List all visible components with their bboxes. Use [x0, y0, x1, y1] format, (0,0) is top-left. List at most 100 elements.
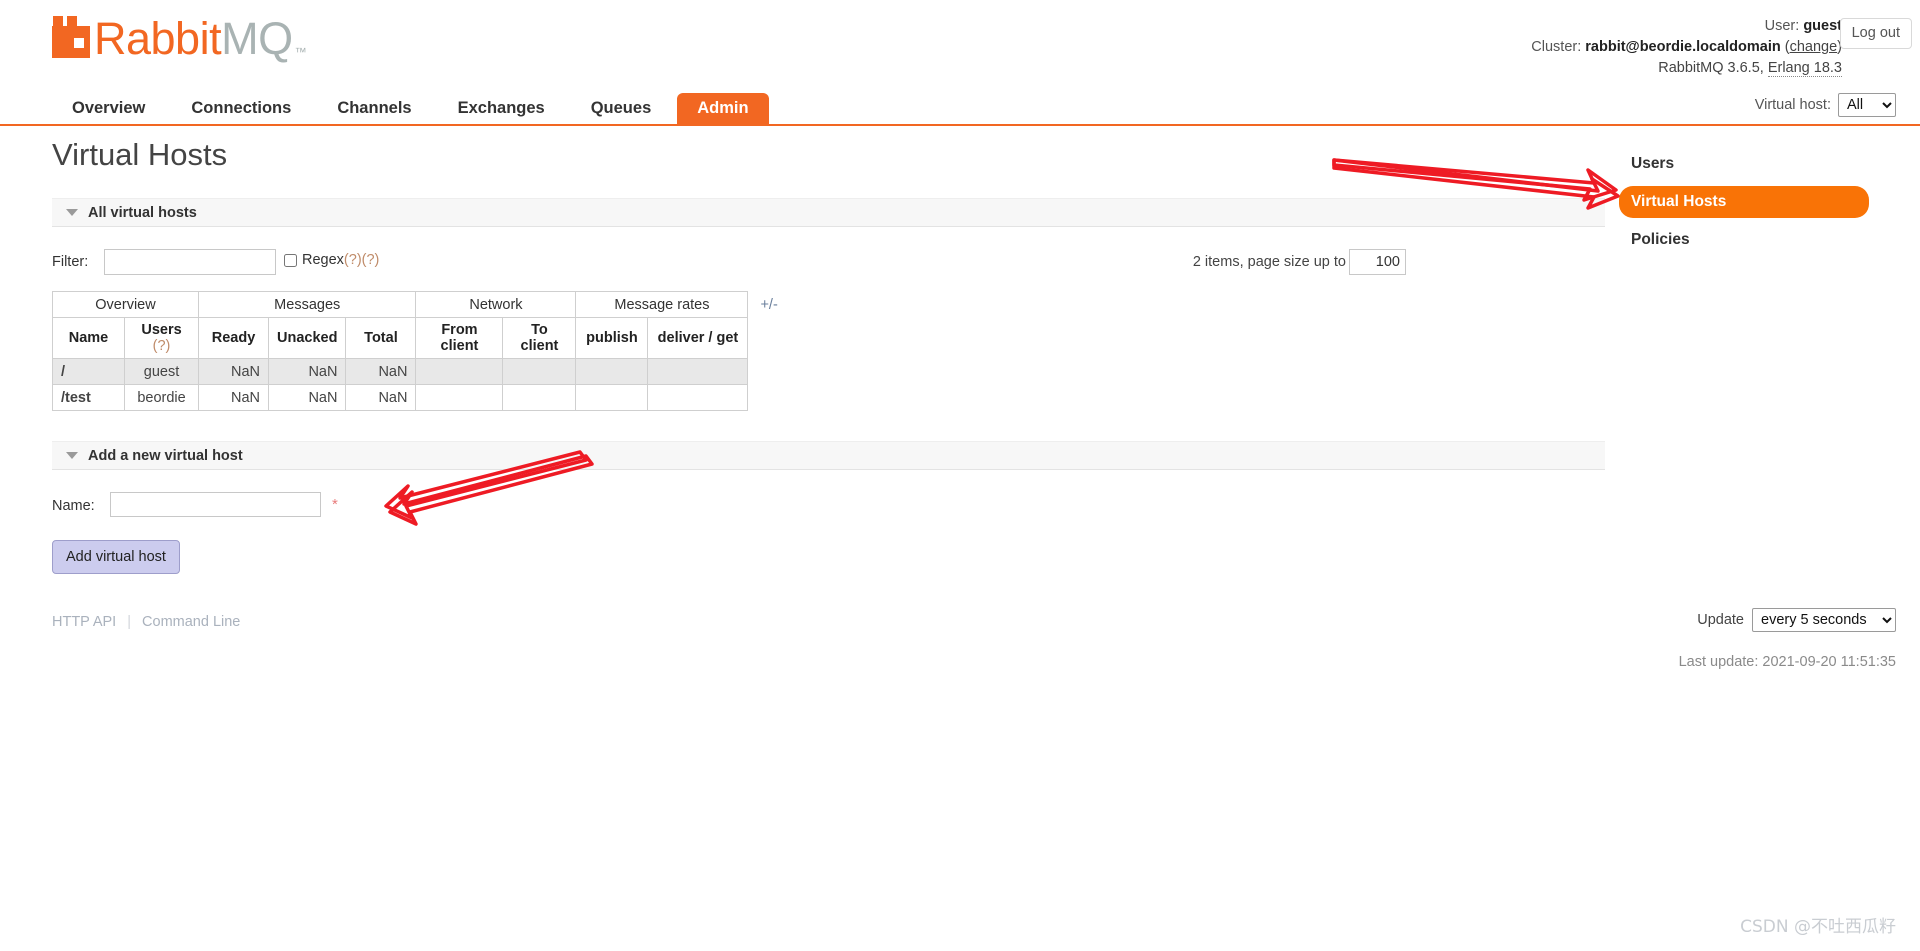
section-add-new-virtual-host[interactable]: Add a new virtual host — [52, 441, 1605, 470]
tab-overview[interactable]: Overview — [52, 93, 165, 124]
cell-from-client — [415, 384, 504, 411]
column-header-name[interactable]: Name — [52, 317, 125, 359]
new-vhost-name-row: Name: * — [52, 492, 1605, 524]
name-label: Name: — [52, 498, 95, 514]
cell-to-client — [502, 358, 577, 385]
filter-input[interactable] — [104, 249, 276, 275]
group-header-messages: Messages — [197, 291, 417, 318]
last-update-text: Last update: 2021-09-20 11:51:35 — [1678, 654, 1896, 670]
http-api-link[interactable]: HTTP API — [52, 614, 116, 630]
page-size-input[interactable] — [1349, 249, 1406, 275]
column-header-publish[interactable]: publish — [575, 317, 649, 359]
virtual-hosts-table-wrapper: Overview Messages Network Message rates … — [52, 291, 1605, 411]
update-interval-select[interactable]: every 5 secondsevery 10 secondsevery 30 … — [1752, 608, 1896, 632]
cell-to-client — [502, 384, 577, 411]
header-user-line: User: guest — [1531, 16, 1842, 37]
users-help-icon[interactable]: (?) — [153, 338, 171, 354]
section-add-new-label: Add a new virtual host — [88, 447, 243, 464]
user-value: guest — [1803, 18, 1842, 34]
cell-users: guest — [124, 358, 199, 385]
regex-label: Regex — [302, 252, 344, 268]
vhost-filter: Virtual host: All//test — [1755, 93, 1896, 117]
regex-help-icon-1[interactable]: (?) — [344, 252, 362, 268]
vhost-filter-label: Virtual host: — [1754, 97, 1831, 113]
command-line-link[interactable]: Command Line — [142, 614, 240, 630]
paging-info-label: 2 items, page size up to — [1192, 254, 1346, 270]
cell-ready: NaN — [198, 358, 269, 385]
logo-trademark-icon: ™ — [294, 45, 307, 59]
update-interval-control: Update every 5 secondsevery 10 secondsev… — [1697, 608, 1896, 632]
sidebar-item-users[interactable]: Users — [1619, 148, 1869, 180]
rabbitmq-management-page: Rabbit MQ ™ User: guest Cluster: rabbit@… — [0, 0, 1920, 951]
header-cluster-info: User: guest Cluster: rabbit@beordie.loca… — [1531, 16, 1842, 79]
chevron-down-icon — [66, 209, 78, 216]
cell-deliver-get — [647, 384, 749, 411]
column-header-to-client[interactable]: To client — [502, 317, 577, 359]
regex-option: Regex (?) (?) — [284, 252, 379, 268]
filter-label: Filter: — [52, 254, 89, 270]
logo-text-rabbit: Rabbit — [94, 13, 222, 64]
header-cluster-line: Cluster: rabbit@beordie.localdomain (cha… — [1531, 37, 1842, 58]
section-all-virtual-hosts[interactable]: All virtual hosts — [52, 198, 1605, 227]
cluster-change-link[interactable]: change — [1790, 39, 1838, 55]
sidebar-item-policies[interactable]: Policies — [1619, 224, 1869, 256]
cell-total: NaN — [345, 358, 417, 385]
column-header-unacked[interactable]: Unacked — [267, 317, 347, 359]
logout-button[interactable]: Log out — [1839, 18, 1912, 49]
cluster-label: Cluster: — [1531, 39, 1582, 55]
required-field-marker: * — [332, 496, 338, 513]
admin-sidebar: Users Virtual Hosts Policies — [1619, 148, 1869, 262]
tab-queues[interactable]: Queues — [571, 93, 672, 124]
cell-name[interactable]: /test — [52, 384, 125, 411]
column-header-users[interactable]: Users (?) — [124, 317, 199, 359]
rabbit-logo-icon — [52, 16, 90, 58]
column-header-users-label: Users — [141, 322, 182, 338]
new-vhost-name-input[interactable] — [110, 492, 321, 517]
table-column-header-row: Name Users (?) Ready Unacked Total From … — [52, 317, 749, 359]
add-virtual-host-section: Add a new virtual host Name: * Add virtu… — [52, 441, 1605, 574]
group-header-message-rates: Message rates — [575, 291, 749, 318]
cell-users: beordie — [124, 384, 199, 411]
logo-text-mq: MQ — [221, 13, 293, 64]
update-label: Update — [1697, 612, 1744, 628]
chevron-down-icon — [66, 452, 78, 459]
tab-exchanges[interactable]: Exchanges — [438, 93, 565, 124]
add-virtual-host-button[interactable]: Add virtual host — [52, 540, 180, 574]
rabbitmq-version: RabbitMQ 3.6.5, — [1658, 60, 1764, 76]
column-header-ready[interactable]: Ready — [198, 317, 269, 359]
table-row[interactable]: / guest NaN NaN NaN — [52, 358, 749, 385]
cell-unacked: NaN — [267, 358, 347, 385]
tab-channels[interactable]: Channels — [317, 93, 431, 124]
column-header-from-client[interactable]: From client — [415, 317, 504, 359]
footer-divider: | — [127, 614, 132, 630]
cell-unacked: NaN — [267, 384, 347, 411]
nav-tab-list: Overview Connections Channels Exchanges … — [52, 92, 775, 124]
rabbitmq-logo[interactable]: Rabbit MQ ™ — [52, 16, 307, 62]
main-navigation: Overview Connections Channels Exchanges … — [0, 92, 1920, 126]
tab-admin[interactable]: Admin — [677, 93, 769, 124]
column-header-total[interactable]: Total — [345, 317, 417, 359]
header-version-line: RabbitMQ 3.6.5, Erlang 18.3 — [1531, 58, 1842, 79]
regex-checkbox[interactable] — [284, 253, 297, 267]
sidebar-item-virtual-hosts[interactable]: Virtual Hosts — [1619, 186, 1869, 218]
cell-ready: NaN — [198, 384, 269, 411]
group-header-overview: Overview — [52, 291, 199, 318]
table-group-header-row: Overview Messages Network Message rates — [52, 291, 749, 318]
tab-connections[interactable]: Connections — [171, 93, 311, 124]
cell-from-client — [415, 358, 504, 385]
erlang-version-link[interactable]: Erlang 18.3 — [1767, 60, 1842, 77]
table-row[interactable]: /test beordie NaN NaN NaN — [52, 384, 749, 411]
table-body: / guest NaN NaN NaN /test beordie NaN Na… — [52, 358, 749, 411]
cell-name[interactable]: / — [52, 358, 125, 385]
csdn-watermark: CSDN @不吐西瓜籽 — [1740, 917, 1896, 937]
footer-links: HTTP API | Command Line — [52, 614, 1605, 630]
column-header-deliver-get[interactable]: deliver / get — [647, 317, 749, 359]
group-header-network: Network — [415, 291, 577, 318]
regex-help-icon-2[interactable]: (?) — [362, 252, 380, 268]
cluster-value: rabbit@beordie.localdomain — [1585, 39, 1781, 55]
toggle-columns-control[interactable]: +/- — [760, 291, 777, 313]
vhost-select[interactable]: All//test — [1838, 93, 1896, 117]
main-content: Virtual Hosts All virtual hosts Filter: … — [52, 138, 1605, 630]
page-title: Virtual Hosts — [52, 137, 228, 172]
page-header: Rabbit MQ ™ User: guest Cluster: rabbit@… — [0, 0, 1920, 100]
